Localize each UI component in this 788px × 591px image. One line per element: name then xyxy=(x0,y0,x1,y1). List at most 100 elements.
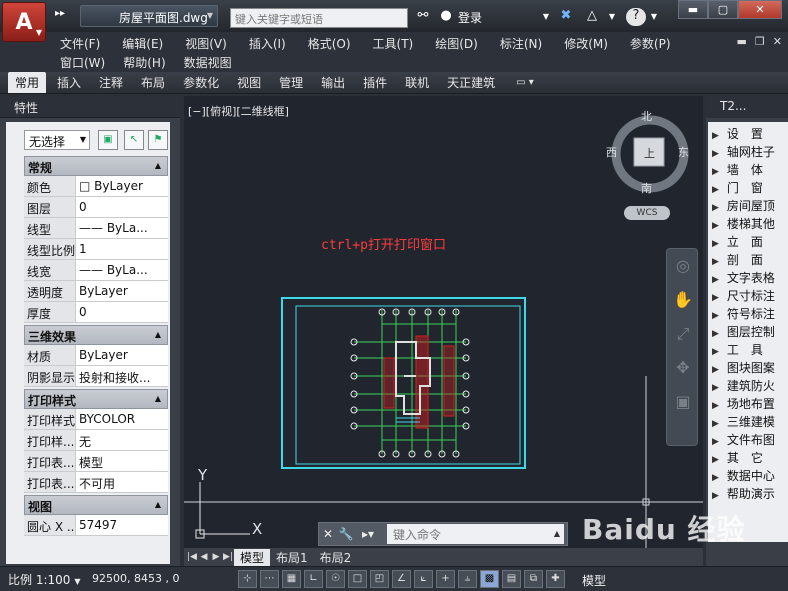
dynamic-input-icon[interactable]: + xyxy=(436,570,455,588)
menu-item[interactable]: 格式(O) xyxy=(308,35,351,52)
menu-item[interactable]: 参数(P) xyxy=(630,35,671,52)
document-title[interactable]: 房屋平面图.dwg ▼ xyxy=(80,5,218,27)
command-input[interactable]: 键入命令 ▲ xyxy=(387,524,564,544)
property-value[interactable]: 1 xyxy=(76,239,168,259)
tool-palette-item[interactable]: ▶ 其 它 xyxy=(708,449,788,467)
showmotion-icon[interactable]: ▣ xyxy=(667,385,699,419)
property-value[interactable]: ByLayer xyxy=(76,345,168,365)
close-button[interactable]: ✕ xyxy=(738,0,782,19)
zoom-extents-icon[interactable]: ⤢ xyxy=(667,317,699,351)
tool-palette-item[interactable]: ▶ 门 窗 xyxy=(708,179,788,197)
layout-tab[interactable]: 模型 xyxy=(234,548,271,566)
quick-access-expand-icon[interactable]: ▸▸ xyxy=(50,8,70,24)
compass-east[interactable]: 东 xyxy=(678,144,689,160)
property-value[interactable]: 无 xyxy=(76,430,168,450)
ribbon-tab[interactable]: 注释 xyxy=(92,72,130,93)
annotation-scale[interactable]: 比例 1:100 ▼ xyxy=(8,571,81,588)
infer-constraints-icon[interactable]: ⊹ xyxy=(238,570,257,588)
menu-item[interactable]: 文件(F) xyxy=(60,35,100,52)
ribbon-tab[interactable]: 常用 xyxy=(8,72,47,93)
property-value[interactable]: —— ByLa... xyxy=(76,260,168,280)
annotation-monitor-icon[interactable]: ✚ xyxy=(546,570,565,588)
property-value[interactable]: ByLayer xyxy=(76,281,168,301)
property-value[interactable]: 0 xyxy=(76,197,168,217)
user-icon[interactable]: ● xyxy=(438,8,454,26)
tool-palette-item[interactable]: ▶ 设 置 xyxy=(708,125,788,143)
wrench-icon[interactable]: 🔧 xyxy=(337,524,355,544)
layout-tab[interactable]: 布局2 xyxy=(314,549,358,566)
steering-wheel-icon[interactable]: ◎ xyxy=(667,249,699,283)
chevron-down-icon[interactable]: ▼ xyxy=(606,12,618,30)
a360-icon[interactable]: △ xyxy=(582,8,602,26)
tool-palette-item[interactable]: ▶ 图块图案 xyxy=(708,359,788,377)
menu-item[interactable]: 修改(M) xyxy=(564,35,608,52)
menu-item[interactable]: 窗口(W) xyxy=(60,54,105,71)
menu-item[interactable]: 插入(I) xyxy=(249,35,286,52)
compass-south[interactable]: 南 xyxy=(641,180,652,196)
maximize-button[interactable]: ▢ xyxy=(708,0,738,19)
quick-select-icon[interactable]: ⚑ xyxy=(148,130,168,150)
toggle-pickadd-icon[interactable]: ▣ xyxy=(98,130,118,150)
pan-hand-icon[interactable]: ✋ xyxy=(667,283,699,317)
lineweight-icon[interactable]: ⫨ xyxy=(458,570,477,588)
tool-palette-item[interactable]: ▶ 剖 面 xyxy=(708,251,788,269)
quick-properties-icon[interactable]: ▤ xyxy=(502,570,521,588)
tool-palette-item[interactable]: ▶ 帮助演示 xyxy=(708,485,788,503)
drawing-canvas[interactable]: [−][俯视][二维线框] 北 南 东 西 上 WCS Y X ◎ ✋ ⤢ ✥ … xyxy=(184,96,703,566)
ribbon-tab[interactable]: 插入 xyxy=(50,72,88,93)
doc-restore-icon[interactable]: ❐ xyxy=(755,35,765,48)
last-layout-icon[interactable]: ▶| xyxy=(222,552,234,562)
property-section[interactable]: 常规 ▲ xyxy=(24,156,168,176)
chevron-down-icon[interactable]: ▼ xyxy=(648,12,660,30)
menu-item[interactable]: 帮助(H) xyxy=(123,54,165,71)
tool-palette-item[interactable]: ▶ 轴网柱子 xyxy=(708,143,788,161)
tool-palette-item[interactable]: ▶ 建筑防火 xyxy=(708,377,788,395)
menu-item[interactable]: 绘图(D) xyxy=(435,35,478,52)
ortho-mode-icon[interactable]: ∟ xyxy=(304,570,323,588)
prev-layout-icon[interactable]: ◀ xyxy=(198,552,210,562)
property-value[interactable]: 不可用 xyxy=(76,472,168,492)
model-space-toggle[interactable]: 模型 xyxy=(582,572,606,589)
application-menu-button[interactable]: A ▼ xyxy=(2,2,46,42)
compass-west[interactable]: 西 xyxy=(606,144,617,160)
recent-commands-icon[interactable]: ▸▾ xyxy=(355,524,381,544)
menu-item[interactable]: 标注(N) xyxy=(500,35,542,52)
property-section[interactable]: 视图 ▲ xyxy=(24,495,168,515)
doc-minimize-icon[interactable]: ▬ xyxy=(737,35,747,48)
exchange-icon[interactable]: ✖ xyxy=(556,8,576,26)
ribbon-tab[interactable]: 插件 xyxy=(356,72,394,93)
help-icon[interactable]: ? xyxy=(626,8,646,26)
tool-palette-item[interactable]: ▶ 文件布图 xyxy=(708,431,788,449)
orbit-icon[interactable]: ✥ xyxy=(667,351,699,385)
minimize-button[interactable]: ▬ xyxy=(678,0,708,19)
snap-mode-icon[interactable]: ⋯ xyxy=(260,570,279,588)
ribbon-tab[interactable]: 联机 xyxy=(398,72,436,93)
tool-palette-item[interactable]: ▶ 场地布置 xyxy=(708,395,788,413)
property-value[interactable]: □ ByLayer xyxy=(76,176,168,196)
wcs-menu[interactable]: WCS xyxy=(624,206,670,220)
ribbon-tab[interactable]: 天正建筑 xyxy=(440,72,502,93)
menu-item[interactable]: 数据视图 xyxy=(184,54,232,71)
selection-dropdown[interactable]: 无选择 ▼ xyxy=(24,130,90,150)
chevron-down-icon[interactable]: ▼ xyxy=(540,12,552,30)
property-value[interactable]: 57497 xyxy=(76,515,168,535)
property-section[interactable]: 三维效果 ▲ xyxy=(24,325,168,345)
tool-palette-item[interactable]: ▶ 尺寸标注 xyxy=(708,287,788,305)
doc-close-icon[interactable]: ✕ xyxy=(773,35,782,48)
transparency-icon[interactable]: ▩ xyxy=(480,570,499,588)
menu-item[interactable]: 视图(V) xyxy=(185,35,227,52)
tool-palette-item[interactable]: ▶ 墙 体 xyxy=(708,161,788,179)
binoculars-icon[interactable]: ⚯ xyxy=(414,8,432,26)
tool-palette-item[interactable]: ▶ 图层控制 xyxy=(708,323,788,341)
3d-osnap-icon[interactable]: ◰ xyxy=(370,570,389,588)
ribbon-minimize-icon[interactable]: ▭ ▾ xyxy=(516,77,534,88)
menu-item[interactable]: 编辑(E) xyxy=(122,35,163,52)
login-link[interactable]: 登录 xyxy=(458,9,482,26)
tool-palette-item[interactable]: ▶ 房间屋顶 xyxy=(708,197,788,215)
select-objects-icon[interactable]: ↖ xyxy=(124,130,144,150)
ribbon-tab[interactable]: 参数化 xyxy=(176,72,226,93)
property-value[interactable]: —— ByLa... xyxy=(76,218,168,238)
layout-tab[interactable]: 布局1 xyxy=(270,549,314,566)
object-snap-tracking-icon[interactable]: ∠ xyxy=(392,570,411,588)
property-value[interactable]: 投射和接收... xyxy=(76,366,168,386)
